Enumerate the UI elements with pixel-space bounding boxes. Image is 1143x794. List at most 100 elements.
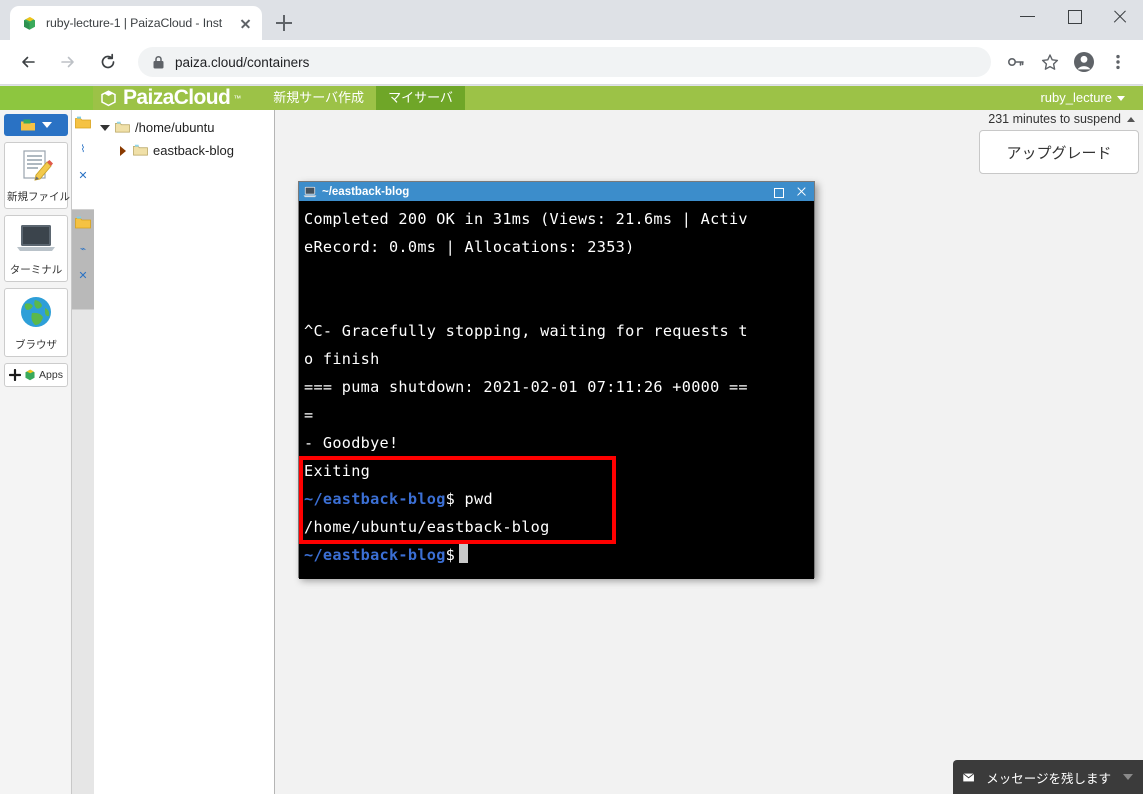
chevron-down-icon[interactable] bbox=[100, 123, 110, 133]
terminal-prompt-dollar: $ bbox=[445, 546, 456, 564]
tool-rail: 新規ファイル ターミナル ブラウザ Apps bbox=[0, 110, 72, 794]
lock-icon bbox=[153, 55, 164, 68]
close-icon[interactable]: ✕ bbox=[78, 169, 87, 182]
back-icon[interactable] bbox=[12, 46, 44, 78]
terminal-command: pwd bbox=[455, 490, 493, 508]
file-tree: /home/ubuntu eastback-blog bbox=[94, 110, 275, 794]
tree-item-eastback-blog-label: eastback-blog bbox=[153, 143, 234, 158]
paizacloud-header: PaizaCloud ™ 新規サーバ作成 マイサーバ ruby_lecture bbox=[0, 86, 1143, 110]
workspace: 231 minutes to suspend アップグレード ~/eastbac… bbox=[275, 110, 1143, 794]
terminal-line: === puma shutdown: 2021-02-01 07:11:26 +… bbox=[304, 378, 748, 396]
leave-message-widget[interactable]: メッセージを残します bbox=[953, 760, 1143, 794]
tab-title: ruby-lecture-1 | PaizaCloud - Inst bbox=[46, 16, 223, 30]
new-file-icon bbox=[23, 150, 53, 181]
profile-icon[interactable] bbox=[1070, 48, 1098, 76]
chevron-right-icon[interactable] bbox=[118, 145, 128, 156]
upgrade-button-label: アップグレード bbox=[1006, 144, 1112, 162]
paizacloud-logo-text: PaizaCloud bbox=[123, 86, 231, 109]
terminal-body[interactable]: Completed 200 OK in 31ms (Views: 21.6ms … bbox=[299, 201, 814, 579]
terminal-prompt-line-active: ~/eastback-blog$ bbox=[304, 541, 811, 569]
folder-icon bbox=[75, 116, 91, 129]
terminal-prompt-path: ~/eastback-blog bbox=[304, 546, 446, 564]
browser-icon bbox=[21, 297, 51, 327]
terminal-line: Completed 200 OK in 31ms (Views: 21.6ms … bbox=[304, 210, 748, 228]
folder-icon bbox=[115, 121, 130, 133]
vtab-folder-1-label: ⌇ bbox=[77, 144, 89, 155]
key-icon[interactable] bbox=[1002, 48, 1030, 76]
terminal-prompt-line: ~/eastback-blog$ pwd bbox=[304, 485, 811, 513]
leave-message-label: メッセージを残します bbox=[986, 771, 1111, 786]
paizacloud-logo[interactable]: PaizaCloud ™ bbox=[93, 86, 241, 110]
window-controls bbox=[1005, 0, 1143, 32]
chevron-down-icon bbox=[1117, 96, 1125, 102]
nav-create-server[interactable]: 新規サーバ作成 bbox=[261, 86, 376, 110]
suspend-timer-label: 231 minutes to suspend bbox=[988, 112, 1121, 126]
suspend-timer[interactable]: 231 minutes to suspend bbox=[988, 112, 1135, 126]
terminal-line: - Goodbye! bbox=[304, 434, 399, 452]
rail-item-browser[interactable]: ブラウザ bbox=[4, 288, 68, 357]
vtab-folder-1[interactable]: ⌇ ✕ bbox=[72, 110, 94, 210]
plus-icon bbox=[9, 369, 22, 381]
paizacloud-logo-icon bbox=[101, 89, 116, 106]
forward-icon[interactable] bbox=[52, 46, 84, 78]
vtab-folder-2-label: ⌁ bbox=[77, 244, 89, 255]
close-window-icon[interactable] bbox=[1097, 0, 1143, 32]
paizacloud-small-icon bbox=[25, 369, 35, 381]
folder-icon bbox=[133, 144, 148, 156]
terminal-icon bbox=[303, 186, 317, 197]
tree-item-home-ubuntu[interactable]: /home/ubuntu bbox=[94, 116, 274, 139]
folder-icon bbox=[75, 216, 91, 229]
reload-icon[interactable] bbox=[92, 46, 124, 78]
chevron-down-icon bbox=[1123, 774, 1133, 780]
rail-item-terminal-label: ターミナル bbox=[9, 264, 63, 276]
folder-flag-icon bbox=[21, 119, 35, 130]
rail-item-new-file[interactable]: 新規ファイル bbox=[4, 142, 70, 209]
address-bar[interactable]: paiza.cloud/containers bbox=[138, 47, 991, 77]
minimize-icon[interactable] bbox=[1005, 0, 1051, 32]
close-icon[interactable] bbox=[237, 15, 254, 32]
terminal-line: eRecord: 0.0ms | Allocations: 2353) bbox=[304, 238, 635, 256]
terminal-title: ~/eastback-blog bbox=[322, 185, 410, 198]
rail-item-terminal[interactable]: ターミナル bbox=[4, 215, 68, 282]
maximize-icon[interactable] bbox=[769, 183, 787, 200]
star-icon[interactable] bbox=[1036, 48, 1064, 76]
workspace-dropdown-button[interactable] bbox=[4, 114, 68, 136]
trademark-symbol: ™ bbox=[233, 93, 242, 103]
rail-item-browser-label: ブラウザ bbox=[15, 339, 57, 351]
close-icon[interactable] bbox=[792, 183, 810, 200]
browser-toolbar: paiza.cloud/containers bbox=[0, 40, 1143, 85]
tree-item-home-ubuntu-label: /home/ubuntu bbox=[135, 120, 215, 135]
terminal-window[interactable]: ~/eastback-blog Completed 200 OK in 31ms… bbox=[298, 181, 815, 579]
rail-item-apps-label: Apps bbox=[39, 369, 63, 381]
terminal-line: /home/ubuntu/eastback-blog bbox=[304, 518, 550, 536]
close-icon[interactable]: ✕ bbox=[78, 269, 87, 282]
user-menu[interactable]: ruby_lecture bbox=[1040, 86, 1125, 110]
maximize-icon[interactable] bbox=[1051, 0, 1097, 32]
tree-item-eastback-blog[interactable]: eastback-blog bbox=[94, 139, 274, 162]
browser-titlebar: ruby-lecture-1 | PaizaCloud - Inst bbox=[0, 0, 1143, 40]
browser-tab[interactable]: ruby-lecture-1 | PaizaCloud - Inst bbox=[10, 6, 262, 40]
terminal-line: Exiting bbox=[304, 462, 371, 480]
url-text: paiza.cloud/containers bbox=[175, 54, 310, 70]
terminal-line: ^C- Gracefully stopping, waiting for req… bbox=[304, 322, 748, 340]
terminal-icon bbox=[17, 225, 55, 251]
three-dot-menu-icon[interactable] bbox=[1104, 48, 1132, 76]
rail-item-apps[interactable]: Apps bbox=[4, 363, 68, 387]
envelope-icon bbox=[963, 772, 975, 781]
rail-item-new-file-label: 新規ファイル bbox=[7, 191, 70, 203]
terminal-prompt-path: ~/eastback-blog bbox=[304, 490, 446, 508]
paizacloud-header-bar: PaizaCloud ™ 新規サーバ作成 マイサーバ ruby_lecture bbox=[93, 86, 1143, 110]
terminal-titlebar[interactable]: ~/eastback-blog bbox=[299, 182, 814, 201]
vertical-tab-strip: ⌇ ✕ ⌁ ✕ bbox=[72, 110, 94, 794]
browser-window: ruby-lecture-1 | PaizaCloud - Inst paiza… bbox=[0, 0, 1143, 794]
terminal-line: o finish bbox=[304, 350, 380, 368]
new-tab-button[interactable] bbox=[270, 9, 298, 37]
paizacloud-nav: 新規サーバ作成 マイサーバ bbox=[261, 86, 465, 110]
terminal-cursor bbox=[459, 544, 469, 563]
vtab-folder-2[interactable]: ⌁ ✕ bbox=[72, 210, 94, 310]
nav-my-server[interactable]: マイサーバ bbox=[376, 86, 465, 110]
upgrade-button[interactable]: アップグレード bbox=[979, 130, 1139, 174]
paizacloud-favicon bbox=[21, 15, 38, 32]
